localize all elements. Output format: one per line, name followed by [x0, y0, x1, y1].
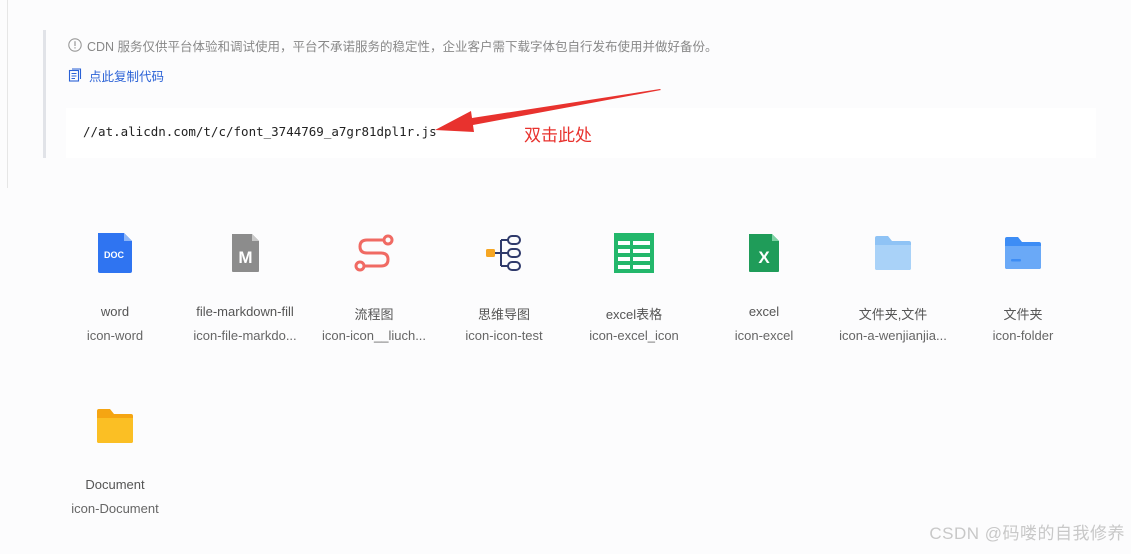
icon-name: file-markdown-fill	[196, 304, 294, 319]
mindmap-icon	[486, 235, 521, 271]
icon-name: 文件夹,文件	[858, 307, 928, 322]
icon-item-document[interactable]: Document icon-Document	[53, 406, 177, 546]
svg-text:X: X	[758, 248, 770, 267]
icon-item-flowchart[interactable]: 流程图 icon-icon__liuch...	[312, 233, 436, 373]
icon-code: icon-file-markdo...	[193, 328, 297, 343]
left-divider	[7, 0, 8, 188]
icon-code: icon-folder	[992, 328, 1054, 343]
icon-name: Document	[85, 477, 145, 492]
icon-item-mindmap[interactable]: 思维导图 icon-icon-test	[442, 233, 566, 373]
icon-code: icon-word	[86, 328, 144, 343]
cdn-url-text[interactable]: //at.alicdn.com/t/c/font_3744769_a7gr81d…	[83, 124, 437, 139]
icon-name: 文件夹	[1003, 307, 1043, 322]
annotation-text: 双击此处	[524, 126, 592, 145]
folder-light-icon	[875, 236, 911, 270]
icon-name: 思维导图	[477, 307, 530, 322]
icon-code: icon-a-wenjianjia...	[839, 328, 947, 343]
icon-code: icon-excel_icon	[589, 328, 679, 343]
folder-blue-icon	[1005, 237, 1041, 269]
svg-text:M: M	[238, 248, 252, 267]
icon-name: excel	[748, 304, 780, 319]
icon-code: icon-Document	[71, 501, 159, 516]
copy-code-label: 点此复制代码	[89, 69, 165, 84]
icon-code: icon-excel	[734, 328, 794, 343]
cdn-notice: CDN 服务仅供平台体验和调试使用，平台不承诺服务的稳定性，企业客户需下载字体包…	[68, 36, 718, 54]
icon-code: icon-icon__liuch...	[321, 328, 427, 343]
excel-icon: X	[749, 234, 779, 272]
copy-code-link[interactable]: 点此复制代码	[68, 66, 164, 84]
folder-yellow-icon	[97, 409, 133, 443]
csdn-watermark: CSDN @码喽的自我修养	[929, 524, 1125, 543]
markdown-file-icon: M	[232, 234, 259, 272]
icon-item-file-markdown-fill[interactable]: M file-markdown-fill icon-file-markdo...	[183, 233, 307, 373]
icon-item-folder[interactable]: 文件夹 icon-folder	[961, 233, 1085, 373]
icon-name: 流程图	[354, 307, 394, 322]
svg-text:DOC: DOC	[104, 250, 125, 260]
icon-name: excel表格	[605, 307, 663, 322]
spreadsheet-icon	[614, 233, 654, 273]
flowchart-icon	[354, 234, 394, 272]
icon-name: word	[100, 304, 130, 319]
copy-icon	[68, 68, 82, 82]
cdn-notice-text: CDN 服务仅供平台体验和调试使用，平台不承诺服务的稳定性，企业客户需下载字体包…	[87, 39, 718, 54]
icon-item-excel-sheet[interactable]: excel表格 icon-excel_icon	[572, 233, 696, 373]
icon-item-folder-file[interactable]: 文件夹,文件 icon-a-wenjianjia...	[831, 233, 955, 373]
icon-code: icon-icon-test	[465, 328, 543, 343]
icon-item-word[interactable]: DOC word icon-word	[53, 233, 177, 373]
icon-item-excel[interactable]: X excel icon-excel	[702, 233, 826, 373]
doc-icon: DOC	[98, 233, 132, 273]
info-icon	[68, 38, 82, 52]
